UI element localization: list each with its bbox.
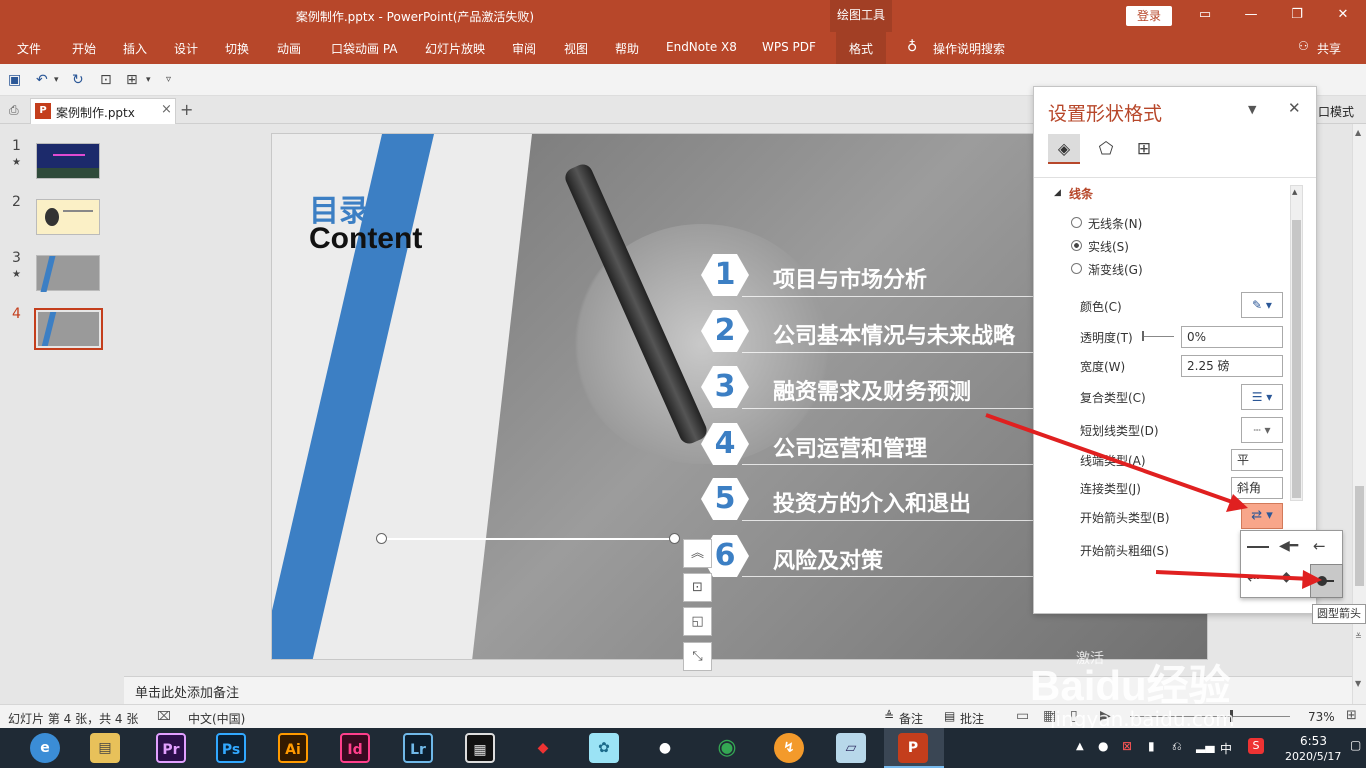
action-center-icon[interactable]: ▢ [1350,738,1361,752]
illustrator-icon[interactable]: Ai [278,733,308,763]
windows-taskbar [0,728,1366,768]
tray-expand-icon[interactable]: ▲ [1076,741,1084,752]
browser-icon[interactable]: e [30,733,60,763]
paint-app-icon[interactable]: ◆ [528,733,558,763]
chrome-icon[interactable]: ◉ [712,733,742,763]
lightroom-icon[interactable]: Lr [403,733,433,763]
tray-network-icon[interactable]: ▂▄ [1196,739,1214,753]
annotation-arrow-2 [1155,570,1313,581]
photoshop-icon[interactable]: Ps [216,733,246,763]
premiere-icon[interactable]: Pr [156,733,186,763]
ime-indicator[interactable]: 中 [1220,740,1232,757]
thunder-icon[interactable]: ↯ [774,733,804,763]
baidu-watermark: Baidu经验 [1030,662,1231,709]
tray-usb-icon[interactable]: ⎌ [1172,739,1182,754]
annotation-arrow-1 [985,413,1239,506]
tray-security-icon[interactable]: ⊠ [1122,739,1132,753]
annotation-arrowhead-2 [1302,570,1322,589]
indesign-icon[interactable]: Id [340,733,370,763]
notebook-icon[interactable]: ▱ [836,733,866,763]
clock-time[interactable]: 6:53 [1300,734,1327,748]
sogou-ime-icon[interactable]: S [1248,738,1264,754]
tray-device-icon[interactable]: ▮ [1148,739,1155,753]
chat-bird-icon[interactable]: ✿ [589,733,619,763]
qq-icon[interactable]: ● [650,733,680,763]
video-editor-icon[interactable]: ▦ [465,733,495,763]
tray-qq-icon[interactable]: ● [1098,739,1108,753]
clock-date[interactable]: 2020/5/17 [1285,750,1341,763]
powerpoint-taskbar-icon[interactable]: P [898,733,928,763]
file-explorer-icon[interactable]: ▤ [90,733,120,763]
